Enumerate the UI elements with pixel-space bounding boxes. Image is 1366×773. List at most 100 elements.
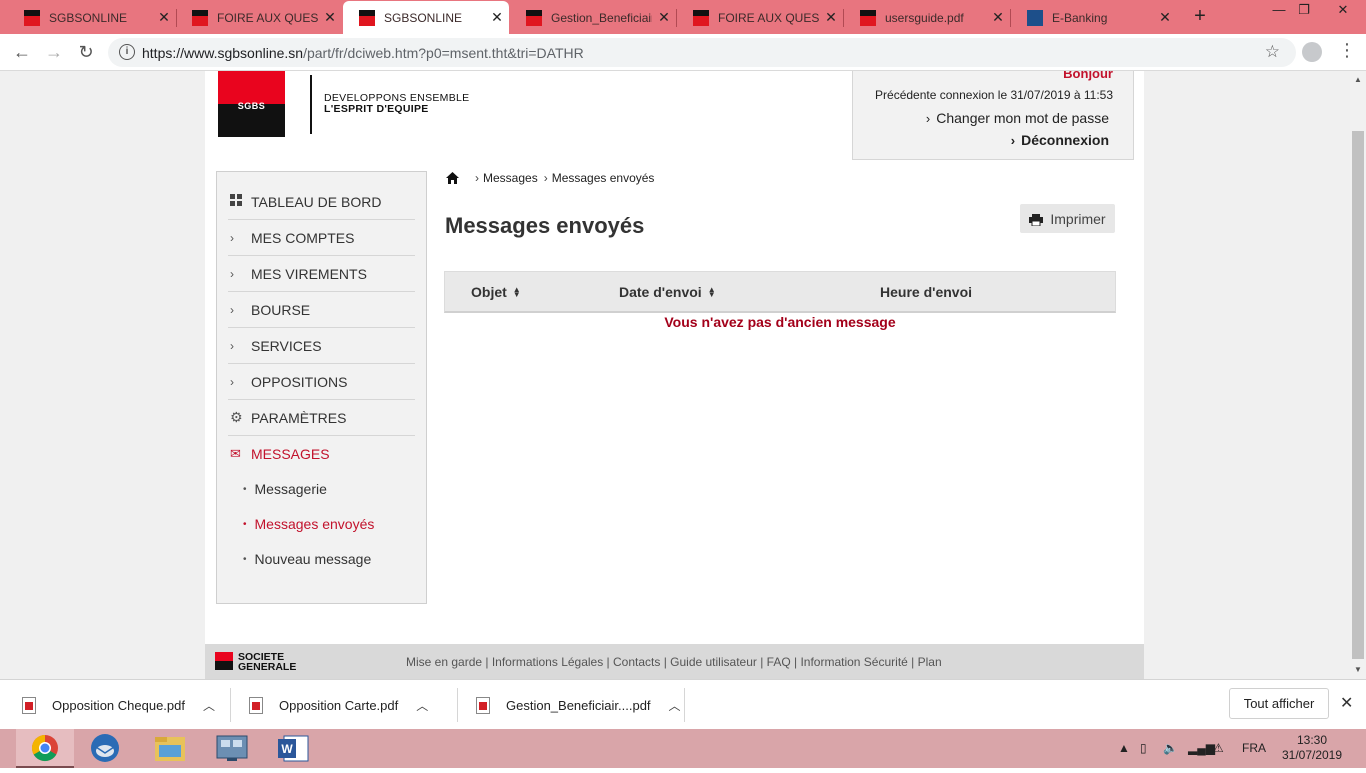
chevron-right-icon: › (230, 230, 234, 245)
info-icon[interactable]: i (119, 44, 135, 60)
footer-links[interactable]: Mise en garde | Informations Légales | C… (406, 655, 942, 669)
bullet-icon: • (243, 483, 247, 495)
address-bar: ← → ↻ i https://www.sgbsonline.sn/part/f… (0, 34, 1366, 71)
scroll-up-icon[interactable]: ▲ (1354, 75, 1362, 84)
url-field[interactable]: i https://www.sgbsonline.sn/part/fr/dciw… (108, 38, 1296, 67)
window-close-button[interactable]: ✕ (1320, 0, 1366, 22)
tagline-line2: L'ESPRIT D'EQUIPE (324, 103, 429, 115)
tab-title: E-Banking (1052, 10, 1108, 25)
browser-tab[interactable]: SGBSONLINE ✕ (8, 1, 176, 34)
close-icon[interactable]: ✕ (318, 9, 342, 26)
thunderbird-taskbar-icon[interactable] (76, 729, 134, 768)
chevron-right-icon: › (230, 338, 234, 353)
download-filename: Opposition Cheque.pdf (52, 697, 185, 713)
sidebar-item-messages[interactable]: ✉ MESSAGES (228, 436, 415, 472)
volume-icon[interactable]: 🔈 (1163, 741, 1178, 755)
sidebar-item-bourse[interactable]: › BOURSE (228, 292, 415, 328)
bullet-icon: • (243, 518, 247, 530)
file-explorer-taskbar-icon[interactable] (141, 729, 199, 768)
url-text[interactable]: https://www.sgbsonline.sn/part/fr/dciweb… (142, 45, 584, 61)
sidebar-item-comptes[interactable]: › MES COMPTES (228, 220, 415, 256)
close-icon[interactable]: ✕ (1340, 693, 1353, 713)
column-header-objet[interactable]: Objet ▲ ▼ (471, 284, 521, 300)
profile-avatar[interactable] (1302, 42, 1322, 62)
download-item[interactable]: Gestion_Beneficiair....pdf ︿ (476, 688, 681, 722)
chevron-up-icon[interactable]: ︿ (416, 697, 428, 714)
show-hidden-icons[interactable]: ▲ (1118, 741, 1130, 755)
scrollbar-thumb[interactable] (1352, 131, 1364, 659)
close-icon[interactable]: ✕ (819, 9, 843, 26)
sgbs-logo[interactable]: SGBS (218, 71, 285, 137)
sidebar-subitem-nouveau-message[interactable]: • Nouveau message (243, 551, 371, 567)
scroll-down-icon[interactable]: ▼ (1354, 665, 1362, 674)
bookmark-star-icon[interactable]: ☆ (1265, 42, 1280, 62)
network-app-taskbar-icon[interactable] (203, 729, 261, 768)
sort-icon[interactable]: ▲ ▼ (708, 286, 716, 299)
tab-title: FOIRE AUX QUESTIONS (217, 10, 318, 25)
logout-link[interactable]: › Déconnexion (1011, 132, 1109, 148)
sidebar-subitem-messagerie[interactable]: • Messagerie (243, 481, 327, 497)
browser-tab[interactable]: usersguide.pdf ✕ (844, 1, 1010, 34)
url-path: /part/fr/dciweb.htm?p0=msent.tht&tri=DAT… (303, 45, 584, 61)
chevron-right-icon: › (230, 266, 234, 281)
pdf-file-icon (476, 696, 490, 714)
download-item[interactable]: Opposition Cheque.pdf ︿ (22, 688, 215, 722)
breadcrumb-item[interactable]: Messages (483, 171, 538, 185)
sidebar-item-oppositions[interactable]: › OPPOSITIONS (228, 364, 415, 400)
show-all-downloads-button[interactable]: Tout afficher (1229, 688, 1329, 719)
close-icon[interactable]: ✕ (152, 9, 176, 26)
forward-button[interactable]: → (42, 41, 66, 65)
close-icon[interactable]: ✕ (1153, 9, 1177, 26)
input-language[interactable]: FRA (1242, 741, 1266, 755)
clock-date: 31/07/2019 (1281, 748, 1343, 762)
download-item[interactable]: Opposition Carte.pdf ︿ (249, 688, 428, 722)
word-taskbar-icon[interactable]: W (264, 729, 322, 768)
chevron-right-icon: › (230, 302, 234, 317)
sidebar-item-services[interactable]: › SERVICES (228, 328, 415, 364)
page-scrollbar[interactable]: ▲ ▼ (1350, 71, 1366, 679)
menu-kebab-icon[interactable]: ⋮ (1338, 41, 1356, 59)
dashboard-icon (228, 194, 251, 209)
column-label: Date d'envoi (619, 284, 702, 300)
chevron-up-icon[interactable]: ︿ (203, 697, 215, 714)
browser-tab-active[interactable]: SGBSONLINE ✕ (343, 1, 509, 34)
pdf-file-icon (22, 696, 36, 714)
sidebar-item-label: OPPOSITIONS (251, 373, 348, 390)
sort-icon[interactable]: ▲ ▼ (513, 286, 521, 299)
sidebar-subitem-messages-envoyes[interactable]: • Messages envoyés (243, 516, 374, 532)
browser-tab[interactable]: FOIRE AUX QUESTIONS ✕ (677, 1, 843, 34)
sidebar-item-virements[interactable]: › MES VIREMENTS (228, 256, 415, 292)
sidebar-item-label: BOURSE (251, 301, 311, 318)
chrome-taskbar-icon[interactable] (16, 729, 74, 768)
sidebar-subitem-label: Messagerie (254, 481, 327, 497)
battery-icon[interactable]: ▯ (1140, 741, 1147, 755)
reload-button[interactable]: ↻ (74, 41, 98, 65)
sg-favicon (860, 9, 876, 26)
sidebar-item-label: MES VIREMENTS (251, 265, 367, 282)
societe-generale-logo[interactable] (215, 652, 233, 670)
system-clock[interactable]: 13:30 31/07/2019 (1276, 733, 1348, 763)
notification-icon[interactable]: ⚠ (1213, 741, 1224, 755)
sidebar-item-parametres[interactable]: ⚙ PARAMÈTRES (228, 400, 415, 436)
sg-favicon (359, 9, 375, 26)
network-signal-icon[interactable]: ▂▄▆ (1188, 741, 1215, 755)
new-tab-button[interactable]: + (1188, 5, 1212, 28)
browser-tab[interactable]: E-Banking ✕ (1011, 1, 1177, 34)
browser-tab[interactable]: FOIRE AUX QUESTIONS ✕ (176, 1, 342, 34)
close-icon[interactable]: ✕ (485, 9, 509, 26)
chevron-up-icon[interactable]: ︿ (669, 697, 681, 714)
home-icon[interactable] (446, 172, 459, 184)
sidebar-item-dashboard[interactable]: TABLEAU DE BORD (228, 184, 415, 220)
change-password-link[interactable]: › Changer mon mot de passe (926, 110, 1109, 126)
sidebar-subitem-label: Messages envoyés (254, 516, 375, 532)
column-header-date[interactable]: Date d'envoi ▲ ▼ (619, 284, 716, 300)
tab-title: FOIRE AUX QUESTIONS (718, 10, 819, 25)
download-separator (684, 688, 685, 722)
sg-favicon (526, 9, 542, 26)
column-label: Heure d'envoi (880, 284, 973, 300)
browser-tab[interactable]: Gestion_Beneficiaires ✕ (510, 1, 676, 34)
close-icon[interactable]: ✕ (986, 9, 1010, 26)
print-button[interactable]: Imprimer (1020, 204, 1115, 233)
back-button[interactable]: ← (10, 41, 34, 65)
close-icon[interactable]: ✕ (652, 9, 676, 26)
